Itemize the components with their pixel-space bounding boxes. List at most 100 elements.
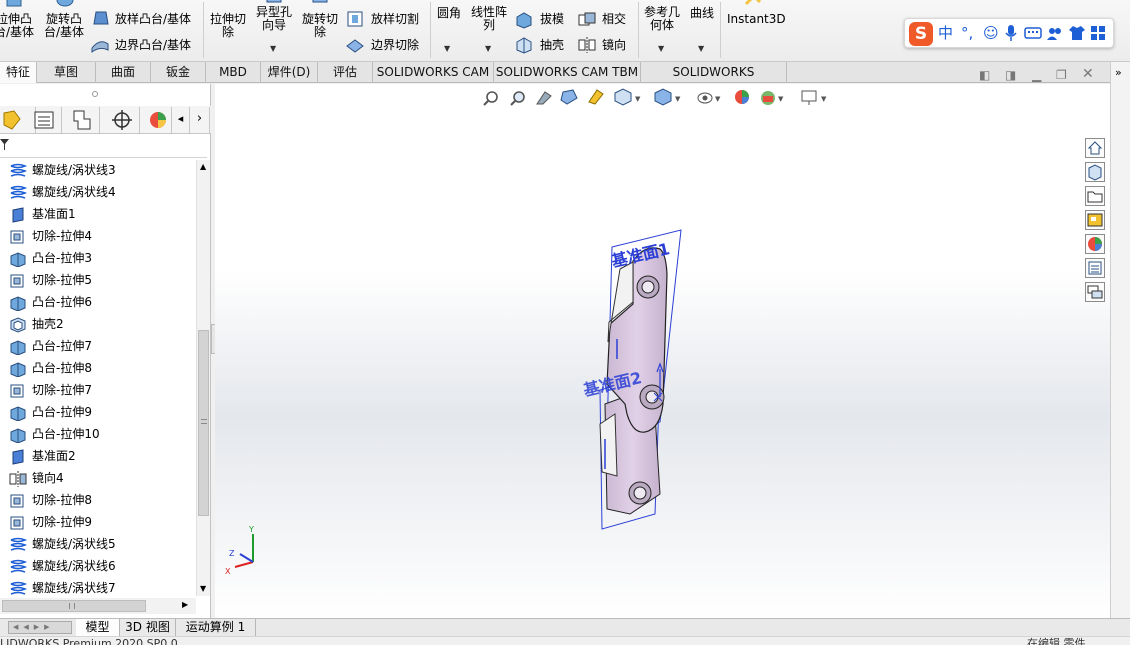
panel-scroll-left-icon[interactable]: ◂ xyxy=(172,107,190,133)
tab-sheet-metal[interactable]: 钣金 xyxy=(151,62,206,83)
reference-geometry-button[interactable]: 参考几 何体 xyxy=(640,6,684,32)
hole-wizard-button[interactable]: 异型孔 向导 xyxy=(252,6,296,32)
scroll-down-arrow-icon[interactable]: ▼ xyxy=(200,584,206,593)
voice-icon[interactable] xyxy=(1004,24,1018,46)
curves-button[interactable]: 曲线 xyxy=(690,7,714,20)
feature-tree-item[interactable]: 螺旋线/涡状线5 xyxy=(8,534,196,556)
extrude-boss-icon[interactable] xyxy=(4,0,26,10)
revolve-boss-icon[interactable] xyxy=(54,0,76,10)
tab-weldments[interactable]: 焊件(D) xyxy=(261,62,318,83)
configuration-manager-tab-icon[interactable] xyxy=(64,107,100,133)
boundary-boss-button[interactable]: 边界凸台/基体 xyxy=(115,39,191,52)
reference-geometry-dropdown[interactable]: ▼ xyxy=(658,44,664,53)
hole-wizard-dropdown[interactable]: ▼ xyxy=(270,44,276,53)
feature-tree-item[interactable]: 切除-拉伸4 xyxy=(8,226,196,248)
emoji-icon[interactable]: ☺ xyxy=(983,24,999,42)
draft-icon[interactable] xyxy=(514,11,534,29)
feature-tree-item[interactable]: 切除-拉伸9 xyxy=(8,512,196,534)
feature-tree-item[interactable]: 凸台-拉伸6 xyxy=(8,292,196,314)
vertical-scroll-thumb[interactable] xyxy=(198,330,209,516)
filter-icon[interactable] xyxy=(0,138,14,152)
loft-cut-button[interactable]: 放样切割 xyxy=(371,13,419,26)
tab-solidworks-inspection[interactable]: SOLIDWORKS Inspection xyxy=(641,62,787,99)
user-icon[interactable] xyxy=(1046,24,1064,46)
skin-shirt-icon[interactable] xyxy=(1068,24,1086,46)
tab-sketch[interactable]: 草图 xyxy=(37,62,96,83)
revolve-cut-icon[interactable] xyxy=(310,0,330,6)
dimxpert-tab-icon[interactable] xyxy=(104,107,140,133)
forum-icon[interactable] xyxy=(1085,282,1105,302)
feature-tree-item[interactable]: 切除-拉伸7 xyxy=(8,380,196,402)
tab-solidworks-cam[interactable]: SOLIDWORKS CAM xyxy=(373,62,494,83)
fillet-dropdown[interactable]: ▼ xyxy=(444,44,450,53)
property-manager-tab-icon[interactable] xyxy=(26,107,62,133)
feature-tree-item[interactable]: 螺旋线/涡状线7 xyxy=(8,578,196,596)
instant3d-icon[interactable] xyxy=(742,0,764,8)
task-pane-collapse-icon[interactable]: » xyxy=(1115,66,1122,79)
next-window-icon[interactable]: ◨ xyxy=(1005,68,1016,82)
tree-horizontal-scrollbar[interactable]: ▶ xyxy=(0,598,196,614)
tab-motion-study-1[interactable]: 运动算例 1 xyxy=(176,619,256,636)
linear-pattern-dropdown[interactable]: ▼ xyxy=(485,44,491,53)
loft-boss-button[interactable]: 放样凸台/基体 xyxy=(115,13,191,26)
revolve-boss-button[interactable]: 旋转凸 台/基体 xyxy=(40,13,88,39)
graphics-area[interactable]: ▼ ▼ ▼ ▼ ▼ 基准面1 基准面2 Y X Z xyxy=(215,84,1110,618)
shell-icon[interactable] xyxy=(514,36,534,54)
instant3d-button[interactable]: Instant3D xyxy=(727,13,786,26)
bottom-tab-nav-arrows[interactable]: ◀◀▶▶ xyxy=(8,621,72,634)
ime-punctuation[interactable]: °, xyxy=(961,24,973,42)
mirror-button[interactable]: 镜向 xyxy=(602,39,626,52)
file-explorer-icon[interactable] xyxy=(1085,186,1105,206)
draft-button[interactable]: 拔模 xyxy=(540,13,564,26)
feature-tree-item[interactable]: 基准面1 xyxy=(8,204,196,226)
solidworks-resources-icon[interactable] xyxy=(1085,138,1105,158)
curves-dropdown[interactable]: ▼ xyxy=(698,44,704,53)
feature-tree-item[interactable]: 螺旋线/涡状线3 xyxy=(8,160,196,182)
horizontal-scroll-thumb[interactable] xyxy=(2,600,146,612)
feature-tree-item[interactable]: 凸台-拉伸10 xyxy=(8,424,196,446)
feature-tree-item[interactable]: 螺旋线/涡状线4 xyxy=(8,182,196,204)
feature-tree-item[interactable]: 抽壳2 xyxy=(8,314,196,336)
intersect-icon[interactable] xyxy=(577,11,597,29)
feature-tree-item[interactable]: 凸台-拉伸3 xyxy=(8,248,196,270)
intersect-button[interactable]: 相交 xyxy=(602,13,626,26)
boundary-boss-icon[interactable] xyxy=(90,36,110,54)
ime-chinese-mode[interactable]: 中 xyxy=(938,24,953,42)
appearances-icon[interactable] xyxy=(1085,234,1105,254)
scroll-right-arrow-icon[interactable]: ▶ xyxy=(182,600,188,609)
close-icon[interactable]: ✕ xyxy=(1082,66,1094,82)
tree-vertical-scrollbar[interactable]: ▲ ▼ xyxy=(196,160,210,596)
loft-cut-icon[interactable] xyxy=(346,10,364,28)
scroll-up-arrow-icon[interactable]: ▲ xyxy=(200,162,206,171)
tab-surfaces[interactable]: 曲面 xyxy=(96,62,151,83)
restore-icon[interactable]: ❐ xyxy=(1056,68,1067,82)
keyboard-icon[interactable] xyxy=(1024,24,1042,46)
panel-scroll-right-icon[interactable]: › xyxy=(190,107,210,133)
panel-grip[interactable] xyxy=(92,91,98,97)
sogou-ime-toolbar[interactable]: S 中 °, ☺ xyxy=(904,18,1114,48)
shell-button[interactable]: 抽壳 xyxy=(540,39,564,52)
feature-tree-item[interactable]: 切除-拉伸5 xyxy=(8,270,196,292)
extrude-cut-button[interactable]: 拉伸切 除 xyxy=(206,13,250,39)
tab-evaluate[interactable]: 评估 xyxy=(318,62,373,83)
tab-solidworks-cam-tbm[interactable]: SOLIDWORKS CAM TBM xyxy=(494,62,641,83)
feature-tree-item[interactable]: 镜向4 xyxy=(8,468,196,490)
previous-window-icon[interactable]: ◧ xyxy=(979,68,990,82)
display-manager-tab-icon[interactable] xyxy=(144,107,172,133)
design-library-icon[interactable] xyxy=(1085,162,1105,182)
tab-features[interactable]: 特征 xyxy=(0,62,37,83)
custom-properties-icon[interactable] xyxy=(1085,258,1105,278)
boundary-cut-icon[interactable] xyxy=(345,36,365,54)
tree-filter-bar[interactable] xyxy=(0,134,207,158)
loft-boss-icon[interactable] xyxy=(92,10,110,28)
toolbox-grid-icon[interactable] xyxy=(1090,24,1106,46)
part-model[interactable]: 基准面1 基准面2 Y X Z xyxy=(215,84,1110,618)
view-palette-icon[interactable] xyxy=(1085,210,1105,230)
boundary-cut-button[interactable]: 边界切除 xyxy=(371,39,419,52)
feature-tree-item[interactable]: 凸台-拉伸7 xyxy=(8,336,196,358)
tab-3d-views[interactable]: 3D 视图 xyxy=(120,619,176,636)
fillet-button[interactable]: 圆角 xyxy=(437,7,461,20)
feature-tree-item[interactable]: 基准面2 xyxy=(8,446,196,468)
tab-model[interactable]: 模型 xyxy=(76,619,120,636)
feature-tree-item[interactable]: 切除-拉伸8 xyxy=(8,490,196,512)
